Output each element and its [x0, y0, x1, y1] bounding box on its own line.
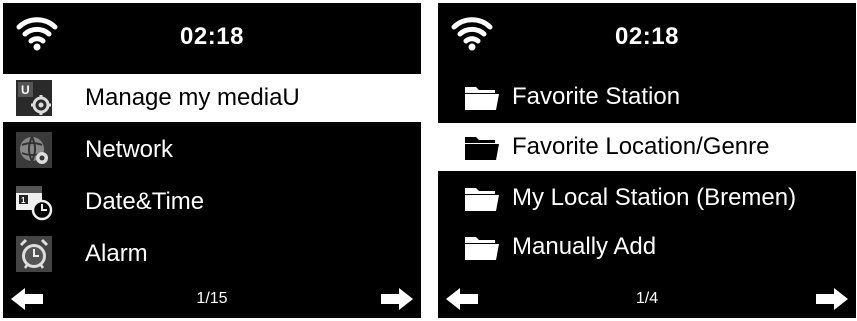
- menu-item-my-local-station[interactable]: My Local Station (Bremen): [438, 174, 856, 222]
- folder-icon: [465, 87, 499, 110]
- calendar-clock-icon: 1: [16, 186, 53, 221]
- menu-item-label: My Local Station (Bremen): [512, 184, 797, 211]
- internet-radio-screen: 02:18 Favorite Station Favorite Location…: [438, 3, 856, 318]
- menu-item-label: Favorite Station: [512, 83, 681, 110]
- menu-item-label: Manually Add: [512, 233, 657, 260]
- network-globe-icon: [16, 132, 52, 168]
- svg-text:1: 1: [21, 196, 26, 205]
- menu-item-favorite-location-genre[interactable]: Favorite Location/Genre: [438, 123, 856, 171]
- menu-item-network[interactable]: Network: [3, 126, 421, 174]
- menu-item-label: Alarm: [85, 240, 148, 267]
- mediau-settings-icon: U: [16, 80, 52, 116]
- menu-item-favorite-station[interactable]: Favorite Station: [438, 73, 856, 121]
- navigation-bar: 1/4: [438, 282, 856, 318]
- arrow-right-icon[interactable]: [379, 286, 415, 312]
- menu-item-date-time[interactable]: 1 Date&Time: [3, 178, 421, 226]
- alarm-clock-icon: [16, 236, 52, 272]
- svg-text:U: U: [21, 83, 30, 97]
- menu-item-label: Favorite Location/Genre: [512, 133, 770, 160]
- menu-item-alarm[interactable]: Alarm: [3, 230, 421, 278]
- status-bar: 02:18: [3, 3, 421, 69]
- menu-item-label: Manage my mediaU: [85, 84, 300, 111]
- folder-icon: [465, 188, 499, 211]
- page-indicator: 1/15: [196, 290, 228, 307]
- folder-icon: [465, 237, 499, 260]
- menu-item-label: Date&Time: [85, 188, 205, 215]
- navigation-bar: 1/15: [3, 282, 421, 318]
- main-menu-screen: 02:18 U Manage my mediaU Network 1 Date&…: [3, 3, 421, 318]
- page-indicator: 1/4: [635, 290, 659, 307]
- clock-time: 02:18: [615, 23, 679, 50]
- folder-icon: [465, 137, 499, 160]
- menu-item-manage-my-mediau[interactable]: U Manage my mediaU: [3, 74, 421, 122]
- status-bar: 02:18: [438, 3, 856, 69]
- menu-item-label: Network: [85, 136, 174, 163]
- menu-item-manually-add[interactable]: Manually Add: [438, 223, 856, 271]
- arrow-right-icon[interactable]: [814, 286, 850, 312]
- clock-time: 02:18: [180, 23, 244, 50]
